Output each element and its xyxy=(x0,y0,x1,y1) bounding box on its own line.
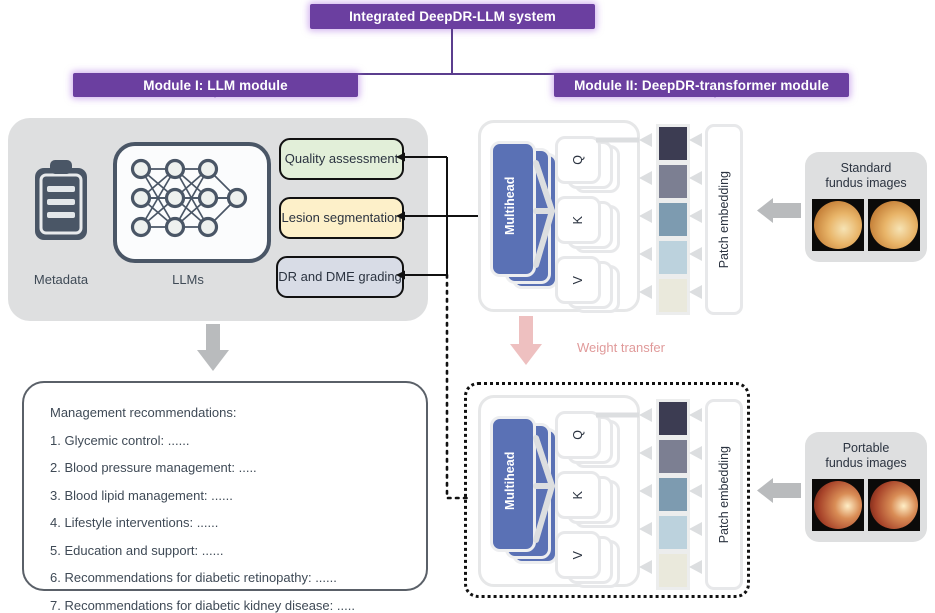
task-box-dr-dme-grading[interactable]: DR and DME grading xyxy=(276,256,404,298)
module-i-label: Module I: LLM module xyxy=(143,77,288,93)
task-box-quality-assessment[interactable]: Quality assessment xyxy=(279,138,404,180)
standard-fundus-line1: Standard xyxy=(840,161,892,175)
standard-fundus-input-arrow xyxy=(757,198,801,223)
task-label-lesion-segmentation: Lesion segmentation xyxy=(281,210,402,226)
portable-fundus-line2: fundus images xyxy=(825,456,907,471)
transformer-module-bottom: Multihead Q K V Patch embedding xyxy=(466,390,756,590)
llms-label: LLMs xyxy=(172,272,204,287)
fundus-image-portable-right xyxy=(868,478,920,531)
metadata-label: Metadata xyxy=(33,272,89,287)
patch-embedding-label-bottom: Patch embedding xyxy=(717,445,731,544)
fundus-image-standard-left xyxy=(812,198,864,251)
patch-embedding-label-top: Patch embedding xyxy=(717,170,731,269)
recommendations-heading: Management recommendations: xyxy=(50,405,237,420)
recommendation-item: 1. Glycemic control: ...... xyxy=(50,432,190,448)
system-title-label: Integrated DeepDR-LLM system xyxy=(349,9,556,24)
weight-transfer-label: Weight transfer xyxy=(577,340,665,355)
portable-fundus-input-arrow xyxy=(757,478,801,503)
patch-embedding-box-top[interactable]: Patch embedding xyxy=(705,124,743,315)
neural-network-icon xyxy=(130,158,248,238)
recommendation-item: 2. Blood pressure management: ..... xyxy=(50,460,257,475)
metadata-clipboard-icon xyxy=(35,160,87,240)
module-i-header: Module I: LLM module xyxy=(73,73,358,97)
standard-fundus-card: Standard fundus images xyxy=(805,152,927,262)
transformer-module-top: Multihead Q K V Patch embedding xyxy=(466,115,756,315)
recommendation-item: 6. Recommendations for diabetic retinopa… xyxy=(50,570,337,585)
recommendation-item: 7. Recommendations for diabetic kidney d… xyxy=(50,597,355,613)
task-label-dr-dme-grading: DR and DME grading xyxy=(278,269,402,285)
management-recommendations-card: Management recommendations: 1. Glycemic … xyxy=(22,381,428,613)
title-to-modules-connector xyxy=(210,29,720,98)
standard-fundus-images xyxy=(812,198,920,251)
standard-fundus-title: Standard fundus images xyxy=(825,161,906,192)
standard-fundus-line2: fundus images xyxy=(825,176,907,191)
module-ii-label: Module II: DeepDR-transformer module xyxy=(574,77,829,93)
portable-fundus-title: Portable fundus images xyxy=(825,441,906,472)
portable-fundus-card: Portable fundus images xyxy=(805,432,927,542)
llm-to-recommendations-arrow xyxy=(197,324,229,371)
portable-fundus-images xyxy=(812,478,920,531)
fundus-image-standard-right xyxy=(868,198,920,251)
weight-transfer-arrow xyxy=(510,316,542,365)
portable-fundus-line1: Portable xyxy=(842,441,890,455)
task-box-lesion-segmentation[interactable]: Lesion segmentation xyxy=(279,197,404,239)
system-title-bar: Integrated DeepDR-LLM system xyxy=(310,4,595,29)
recommendation-item: 5. Education and support: ...... xyxy=(50,542,224,558)
fundus-image-portable-left xyxy=(812,478,864,531)
recommendation-item: 4. Lifestyle interventions: ...... xyxy=(50,515,219,530)
task-label-quality-assessment: Quality assessment xyxy=(284,151,399,167)
recommendation-item: 3. Blood lipid management: ...... xyxy=(50,487,233,503)
patch-embedding-box-bottom[interactable]: Patch embedding xyxy=(705,399,743,590)
module-ii-header: Module II: DeepDR-transformer module xyxy=(554,73,849,97)
